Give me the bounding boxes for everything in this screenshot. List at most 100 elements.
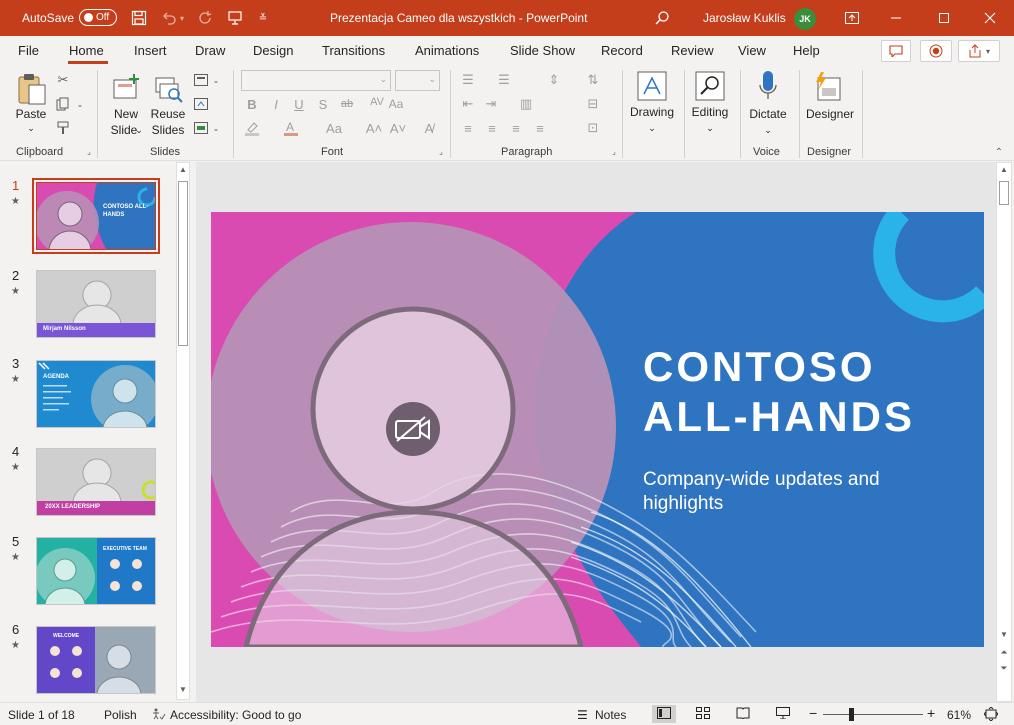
layout-icon[interactable] xyxy=(193,72,209,88)
scroll-down-icon[interactable]: ▼ xyxy=(997,630,1011,642)
accessibility-icon[interactable] xyxy=(152,708,166,723)
close-icon[interactable] xyxy=(978,0,1002,36)
columns-icon[interactable]: ▥ xyxy=(518,96,534,112)
align-left-icon[interactable]: ≡ xyxy=(460,120,476,136)
zoom-slider-thumb[interactable] xyxy=(849,708,854,721)
layout-dropdown-icon[interactable]: ⌄ xyxy=(208,72,224,88)
tab-insert[interactable]: Insert xyxy=(134,43,167,58)
dictate-label[interactable]: Dictate xyxy=(744,106,792,122)
record-button[interactable] xyxy=(920,40,952,62)
format-painter-icon[interactable] xyxy=(55,120,71,136)
autosave-toggle[interactable]: Off xyxy=(79,9,117,26)
clipboard-launcher-icon[interactable]: ⌟ xyxy=(84,146,94,156)
reading-view-icon[interactable] xyxy=(736,707,750,722)
tab-record[interactable]: Record xyxy=(601,43,643,58)
slide-thumbnail-2[interactable]: Mirjam Nilsson xyxy=(36,270,156,338)
reset-icon[interactable] xyxy=(193,96,209,112)
section-icon[interactable] xyxy=(193,120,209,136)
minimize-icon[interactable] xyxy=(884,0,908,36)
slide-canvas[interactable]: CONTOSO ALL-HANDS Company-wide updates a… xyxy=(211,212,984,647)
align-text-icon[interactable]: ⊟ xyxy=(585,96,601,112)
customize-toolbar-icon[interactable]: ≚ xyxy=(256,0,270,36)
previous-slide-icon[interactable]: ⏶ xyxy=(997,647,1011,661)
presenter-icon[interactable] xyxy=(224,0,246,36)
slide-subtitle[interactable]: Company-wide updates and highlights xyxy=(643,468,913,516)
tab-home[interactable]: Home xyxy=(69,43,104,58)
align-right-icon[interactable]: ≡ xyxy=(508,120,524,136)
increase-font-icon[interactable]: A˄ xyxy=(366,120,382,136)
cut-icon[interactable]: ✂ xyxy=(55,72,71,88)
scroll-down-icon[interactable]: ▼ xyxy=(177,685,189,697)
tab-design[interactable]: Design xyxy=(253,43,293,58)
new-slide-dropdown-icon[interactable]: ⌄ xyxy=(134,122,144,138)
font-name-dropdown[interactable]: ⌄ xyxy=(241,70,391,91)
share-button[interactable]: ▾ xyxy=(958,40,1000,62)
line-spacing-icon[interactable]: ⇕ xyxy=(546,72,562,88)
italic-icon[interactable]: I xyxy=(268,96,284,112)
copy-icon[interactable] xyxy=(55,96,71,112)
editing-dropdown-icon[interactable]: ⌄ xyxy=(686,120,734,136)
underline-icon[interactable]: U xyxy=(291,96,307,112)
smartart-icon[interactable]: ⊡ xyxy=(585,120,601,136)
notes-button[interactable]: Notes xyxy=(595,708,626,722)
user-avatar[interactable]: JK xyxy=(794,8,816,30)
scroll-up-icon[interactable]: ▲ xyxy=(997,165,1011,177)
new-slide-label-1[interactable]: New xyxy=(106,106,146,122)
reuse-slides-label-2[interactable]: Slides xyxy=(148,122,188,138)
undo-dropdown-icon[interactable]: ▾ xyxy=(176,0,188,36)
scroll-up-icon[interactable]: ▲ xyxy=(177,165,189,177)
change-case-icon[interactable]: Aa xyxy=(388,96,404,112)
highlight-icon[interactable] xyxy=(244,120,260,136)
drawing-icon[interactable] xyxy=(636,70,668,102)
clear-formatting-icon[interactable]: A̸ xyxy=(421,120,437,136)
scroll-thumb[interactable] xyxy=(178,181,188,346)
next-slide-icon[interactable]: ⏷ xyxy=(997,663,1011,677)
increase-indent-icon[interactable]: ⇥ xyxy=(483,96,499,112)
designer-icon[interactable] xyxy=(810,70,844,104)
slide-thumbnail-4[interactable]: 20XX LEADERSHIP xyxy=(36,448,156,516)
font-case-icon[interactable]: Aa xyxy=(322,120,346,136)
paste-icon[interactable] xyxy=(16,72,48,106)
designer-label[interactable]: Designer xyxy=(804,106,856,122)
text-direction-icon[interactable]: ⇅ xyxy=(585,72,601,88)
slide-thumbnail-1[interactable]: CONTOSO ALL-HANDS xyxy=(32,178,160,254)
reuse-slides-label-1[interactable]: Reuse xyxy=(148,106,188,122)
thumbnail-scrollbar[interactable]: ▲ ▼ xyxy=(176,162,190,700)
align-center-icon[interactable]: ≡ xyxy=(484,120,500,136)
font-launcher-icon[interactable]: ⌟ xyxy=(436,146,446,156)
font-color-icon[interactable]: A xyxy=(283,120,299,136)
slide-thumbnail-3[interactable]: AGENDA xyxy=(36,360,156,428)
notes-icon[interactable]: ☰ xyxy=(577,708,588,722)
reuse-slides-icon[interactable] xyxy=(154,74,184,104)
new-slide-icon[interactable] xyxy=(110,72,142,104)
numbering-icon[interactable]: ☰ xyxy=(496,72,512,88)
justify-icon[interactable]: ≡ xyxy=(532,120,548,136)
search-icon[interactable] xyxy=(650,0,674,36)
slide-scrollbar[interactable]: ▲ ▼ ⏶ ⏷ xyxy=(996,162,1012,702)
zoom-out-icon[interactable]: − xyxy=(809,705,817,721)
ribbon-display-icon[interactable] xyxy=(840,0,864,36)
user-name[interactable]: Jarosław Kuklis xyxy=(703,11,786,25)
character-spacing-icon[interactable]: AV xyxy=(364,94,390,110)
editing-icon[interactable] xyxy=(694,70,726,102)
slide-title[interactable]: CONTOSO ALL-HANDS xyxy=(643,342,915,442)
tab-review[interactable]: Review xyxy=(671,43,714,58)
zoom-slider-track[interactable] xyxy=(823,714,923,715)
tab-transitions[interactable]: Transitions xyxy=(322,43,385,58)
fit-to-window-icon[interactable] xyxy=(983,706,999,724)
zoom-level[interactable]: 61% xyxy=(947,708,971,722)
drawing-label[interactable]: Drawing xyxy=(628,104,676,120)
camera-off-icon[interactable] xyxy=(386,402,440,456)
text-shadow-icon[interactable]: S xyxy=(315,96,331,112)
decrease-indent-icon[interactable]: ⇤ xyxy=(460,96,476,112)
slide-thumbnail-5[interactable]: EXECUTIVE TEAM xyxy=(36,537,156,605)
decrease-font-icon[interactable]: A˅ xyxy=(390,120,406,136)
slide-sorter-icon[interactable] xyxy=(696,707,710,722)
comments-button[interactable] xyxy=(881,40,911,62)
copy-dropdown-icon[interactable]: ⌄ xyxy=(72,96,88,112)
slideshow-view-icon[interactable] xyxy=(776,707,790,722)
paragraph-launcher-icon[interactable]: ⌟ xyxy=(609,146,619,156)
redo-icon[interactable] xyxy=(194,0,216,36)
language-indicator[interactable]: Polish xyxy=(104,708,137,722)
bullets-icon[interactable]: ☰ xyxy=(460,72,476,88)
